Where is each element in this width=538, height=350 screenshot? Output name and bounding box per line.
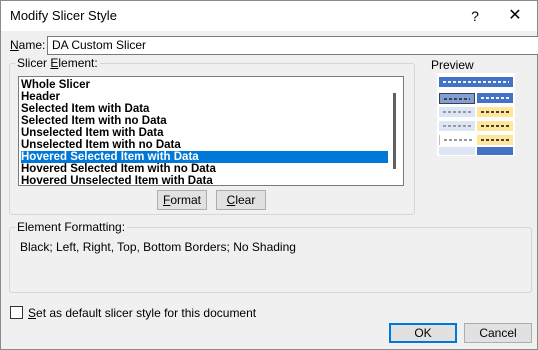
list-item[interactable]: Unselected Item with Data <box>21 127 388 139</box>
list-item[interactable]: Selected Item with no Data <box>21 115 388 127</box>
ok-button[interactable]: OK <box>389 323 457 343</box>
slicer-element-label: Slicer Element: <box>15 56 100 70</box>
preview-cell <box>477 93 513 103</box>
default-style-checkbox[interactable] <box>10 306 23 319</box>
name-input[interactable] <box>47 36 538 55</box>
list-item[interactable]: Selected Item with Data <box>21 103 388 115</box>
element-formatting-group <box>9 227 532 293</box>
preview-label: Preview <box>431 58 474 72</box>
clear-button[interactable]: Clear <box>216 190 266 210</box>
preview-cell <box>439 107 475 117</box>
element-formatting-description: Black; Left, Right, Top, Bottom Borders;… <box>20 240 296 254</box>
preview-cell <box>477 147 513 155</box>
title-bar: Modify Slicer Style ? ✕ <box>1 1 537 31</box>
close-button[interactable]: ✕ <box>501 5 529 27</box>
preview-cell <box>439 121 475 131</box>
list-scrollbar-thumb[interactable] <box>393 93 396 169</box>
preview-cell <box>477 107 513 117</box>
preview-cell <box>439 147 475 155</box>
cancel-button[interactable]: Cancel <box>464 323 532 343</box>
list-item[interactable]: Whole Slicer <box>21 79 388 91</box>
name-label: Name: <box>10 38 46 52</box>
list-item[interactable]: Header <box>21 91 388 103</box>
list-item-selected[interactable]: Hovered Selected Item with Data <box>21 151 388 163</box>
preview-cell <box>477 121 513 131</box>
list-item[interactable]: Unselected Item with no Data <box>21 139 388 151</box>
list-item[interactable]: Hovered Unselected Item with Data <box>21 175 388 185</box>
preview-cell <box>439 93 475 104</box>
preview-cell <box>439 135 476 145</box>
dialog-title: Modify Slicer Style <box>10 8 117 23</box>
format-button[interactable]: Format <box>157 190 207 210</box>
default-style-checkbox-label: Set as default slicer style for this doc… <box>28 306 257 320</box>
modify-slicer-style-dialog: Modify Slicer Style ? ✕ Name: Slicer Ele… <box>0 0 538 350</box>
element-formatting-label: Element Formatting: <box>15 220 128 234</box>
preview-header-bar <box>439 77 513 87</box>
slicer-element-list[interactable]: Whole Slicer Header Selected Item with D… <box>18 76 404 186</box>
list-item[interactable]: Hovered Selected Item with no Data <box>21 163 388 175</box>
slicer-preview <box>437 73 515 156</box>
help-button[interactable]: ? <box>463 5 487 27</box>
preview-cell <box>477 135 513 145</box>
